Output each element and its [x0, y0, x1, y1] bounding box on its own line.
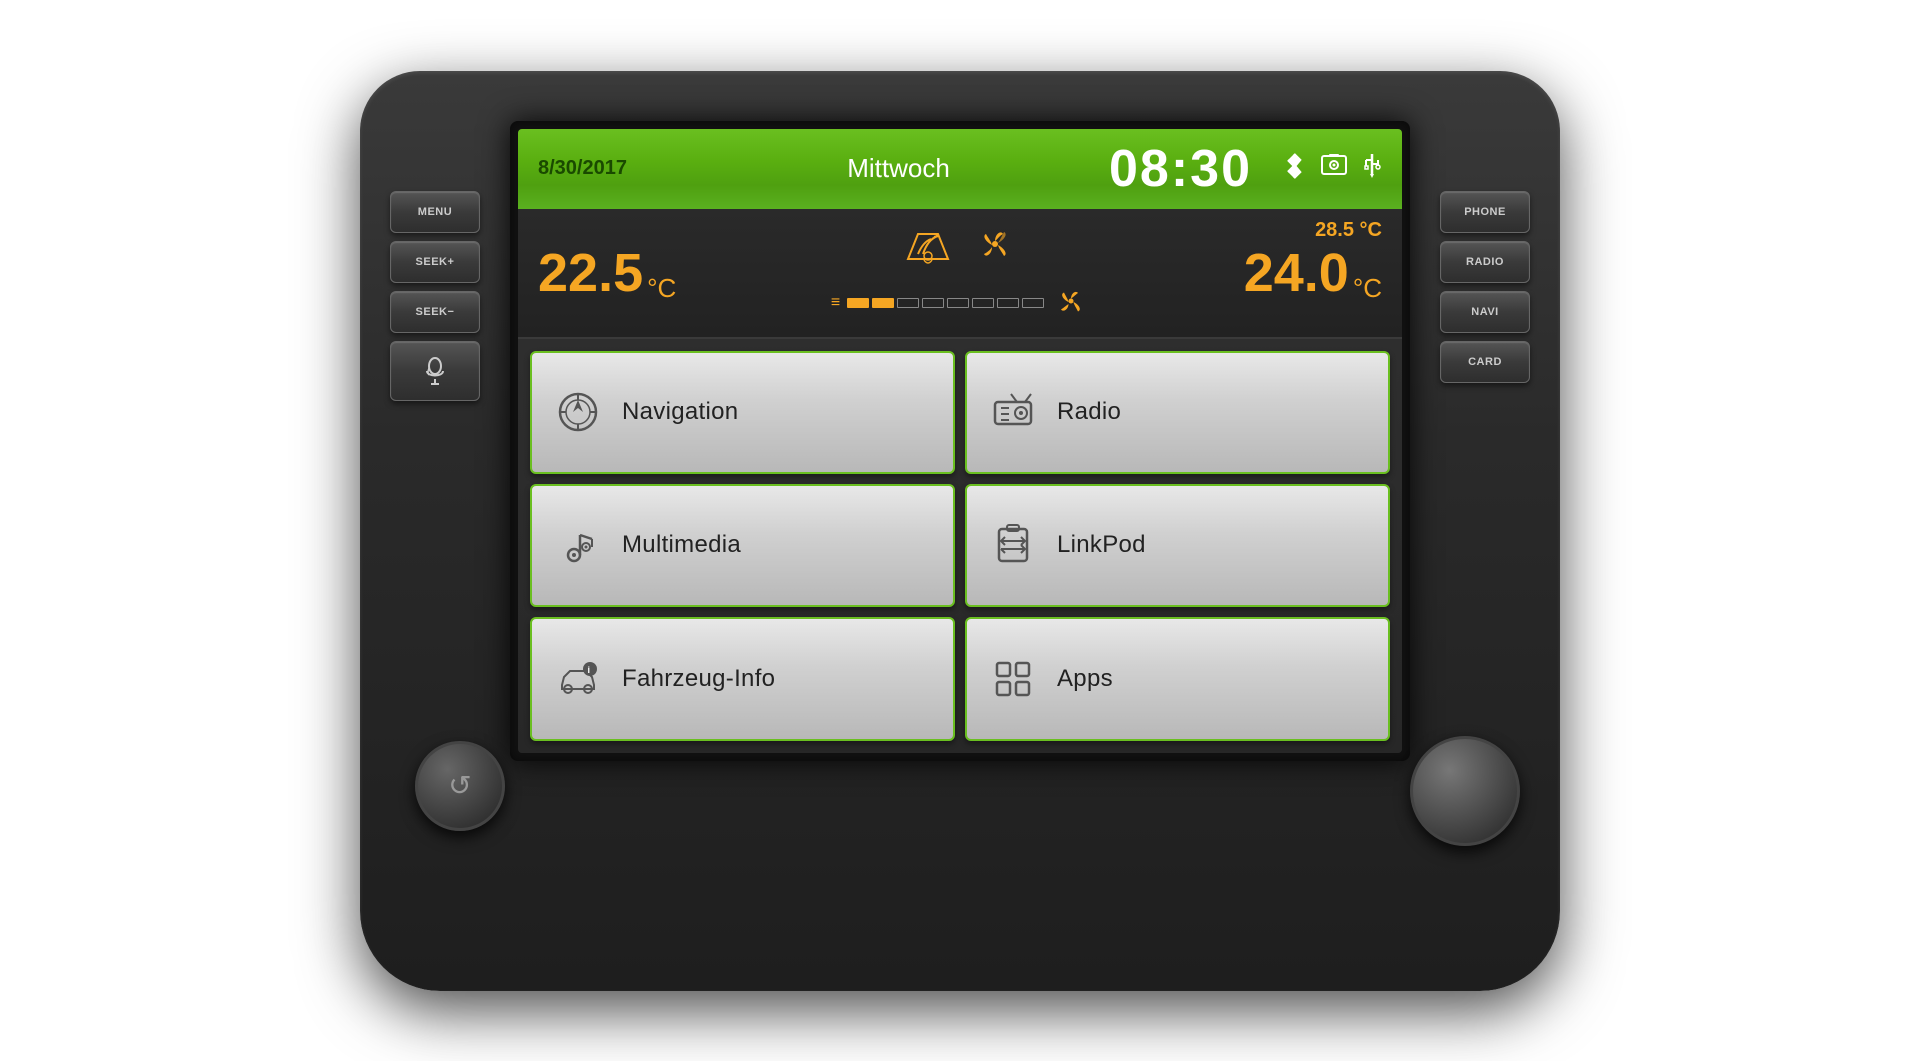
right-knob[interactable] [1410, 736, 1520, 846]
apps-label: Apps [1057, 665, 1113, 693]
climate-right-unit: °C [1353, 273, 1382, 304]
usb-icon [1362, 152, 1382, 186]
fan-seg-8 [1022, 298, 1044, 308]
climate-right-temp: 24.0 [1244, 242, 1349, 304]
airflow-icon [903, 224, 953, 272]
header-bar: 8/30/2017 Mittwoch 08:30 [518, 129, 1402, 209]
fan-seg-5 [947, 298, 969, 308]
left-side-buttons: MENU SEEK+ SEEK− [390, 191, 480, 401]
apps-icon [987, 653, 1039, 705]
svg-text:i: i [588, 665, 591, 675]
media-icon [1321, 154, 1347, 184]
screen-bezel: 8/30/2017 Mittwoch 08:30 [510, 121, 1410, 761]
fan-speed-bar: ≡ [831, 285, 1089, 322]
radio-label: Radio [1057, 398, 1121, 426]
seek-minus-button[interactable]: SEEK− [390, 291, 480, 333]
radio-icon [987, 386, 1039, 438]
radio-button[interactable]: Radio [965, 351, 1390, 474]
navigation-icon [552, 386, 604, 438]
fan-icon [973, 224, 1017, 272]
navigation-label: Navigation [622, 398, 738, 426]
fan-seg-2 [872, 298, 894, 308]
multimedia-button[interactable]: Multimedia [530, 484, 955, 607]
header-date: 8/30/2017 [538, 157, 668, 180]
climate-left-unit: °C [647, 273, 676, 304]
fan-seg-1 [847, 298, 869, 308]
linkpod-icon [987, 519, 1039, 571]
screen: 8/30/2017 Mittwoch 08:30 [518, 129, 1402, 753]
climate-zone: 22.5 °C [518, 209, 1402, 339]
navi-button[interactable]: NAVI [1440, 291, 1530, 333]
fan-seg-7 [997, 298, 1019, 308]
fan-speed-icon: ≡ [831, 294, 840, 312]
phone-button[interactable]: PHONE [1440, 191, 1530, 233]
left-knob[interactable] [415, 741, 505, 831]
climate-top-right-temp: 28.5 °C [1315, 219, 1382, 242]
menu-grid: Navigation [518, 339, 1402, 753]
radio-side-button[interactable]: RADIO [1440, 241, 1530, 283]
header-status-icons [1282, 152, 1382, 186]
linkpod-label: LinkPod [1057, 531, 1146, 559]
fan-seg-6 [972, 298, 994, 308]
header-day: Mittwoch [688, 153, 1109, 184]
car-infotainment-unit: MENU SEEK+ SEEK− PHONE RADIO NAVI CARD [360, 71, 1560, 991]
climate-center-controls: ≡ [676, 224, 1243, 322]
apps-button[interactable]: Apps [965, 617, 1390, 740]
header-time: 08:30 [1109, 139, 1252, 199]
fahrzeug-info-button[interactable]: i Fahrzeug-Info [530, 617, 955, 740]
multimedia-icon [552, 519, 604, 571]
climate-icons [903, 224, 1017, 272]
bluetooth-icon [1282, 152, 1306, 186]
seek-plus-button[interactable]: SEEK+ [390, 241, 480, 283]
fahrzeug-info-icon: i [552, 653, 604, 705]
fan-seg-4 [922, 298, 944, 308]
menu-button[interactable]: MENU [390, 191, 480, 233]
card-button[interactable]: CARD [1440, 341, 1530, 383]
fan-seg-3 [897, 298, 919, 308]
right-side-buttons: PHONE RADIO NAVI CARD [1440, 191, 1530, 383]
navigation-button[interactable]: Navigation [530, 351, 955, 474]
fan-right-icon [1053, 285, 1089, 322]
voice-button[interactable] [390, 341, 480, 401]
multimedia-label: Multimedia [622, 531, 741, 559]
fahrzeug-info-label: Fahrzeug-Info [622, 665, 775, 693]
climate-left-temp: 22.5 [538, 242, 643, 304]
linkpod-button[interactable]: LinkPod [965, 484, 1390, 607]
